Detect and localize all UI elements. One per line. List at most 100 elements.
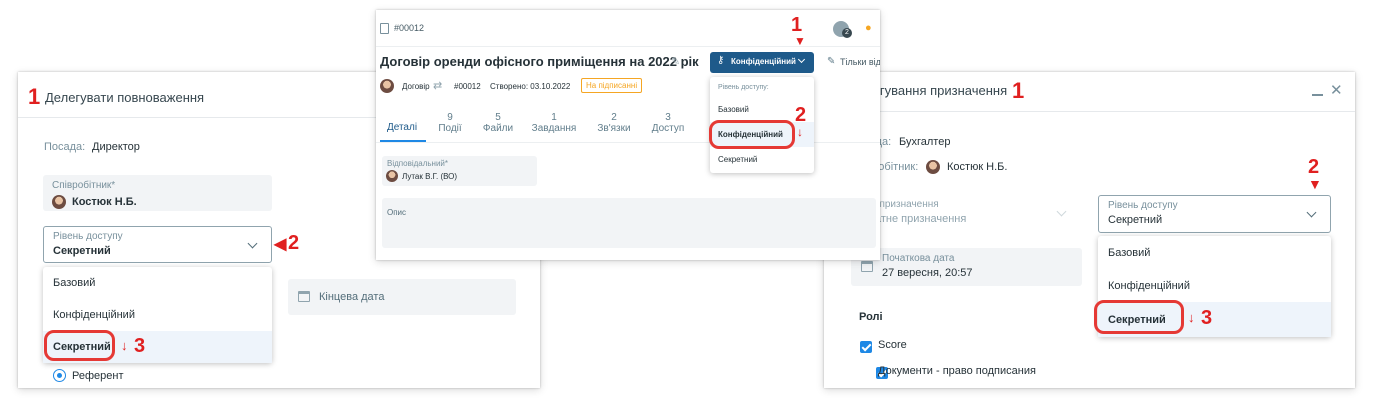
document-card: #00012 2 ● Договір оренди офісного примі… [376,10,880,260]
status-badge: На підписанні [581,78,643,93]
sync-icon: ⇄ [433,80,443,92]
option-secret[interactable]: Секретний [710,147,814,172]
tab-label: Завдання [531,123,577,134]
tab-links[interactable]: 2 Зв'язки [588,112,640,134]
assignment-type-select: Тип призначення Штатне призначення [851,195,1082,233]
option-basic[interactable]: Базовий [43,267,272,299]
access-level-value: Секретний [53,245,111,257]
bell-icon[interactable]: ● [865,22,872,34]
selected-highlight [1094,300,1184,334]
checkbox-score[interactable] [860,340,872,353]
tab-count: 1 [551,112,557,123]
document-icon [380,23,389,34]
option-confidential[interactable]: Конфіденційний [43,299,272,331]
tab-details[interactable]: Деталі [376,122,428,133]
chevron-down-icon [247,238,258,249]
employee-value: Костюк Н.Б. [947,161,1008,173]
access-level-select[interactable]: Рівень доступу Секретний [43,226,272,263]
tab-files[interactable]: 5 Файли [472,112,524,134]
employee-field[interactable]: Співробітник* Костюк Н.Б. [43,175,272,211]
tab-label: Доступ [651,123,685,134]
end-date-placeholder: Кінцева дата [319,291,385,303]
tab-count: 3 [665,112,671,123]
step-marker: 1 [28,84,41,109]
chevron-down-icon [797,55,806,64]
readonly-icon: ✎ [827,56,836,67]
document-number: #00012 [394,23,425,33]
radio-dot [56,372,62,378]
tab-count: 2 [611,112,617,123]
close-icon[interactable]: ✕ [1330,81,1343,99]
access-level-button-label: Конфіденційний [731,57,796,66]
employee-value: Костюк Н.Б. [72,196,137,208]
menu-header: Рівень доступу: [718,83,769,91]
calendar-icon [861,261,873,272]
avatar [926,160,940,174]
arrow-down-icon: ↓ [797,125,803,139]
notification-badge: 2 [842,28,852,38]
description-label: Опис [387,208,407,217]
document-type: Договір [402,82,430,91]
tab-label: Файли [482,123,514,134]
position-label: Посада: [44,141,86,153]
step-marker: 2 [288,232,300,254]
avatar [52,195,66,209]
chevron-down-icon [1056,206,1067,217]
document-title: Договір оренди офісного приміщення на 20… [380,54,699,69]
responsible-label: Відповідальний* [387,159,449,168]
role-label: Документи - право подписания [878,365,1036,377]
access-level-label: Рівень доступу [53,231,123,242]
arrow-down-icon: ↓ [1188,310,1195,325]
arrow-down-icon: ▼ [794,34,806,48]
avatar [386,170,398,182]
minimize-icon[interactable] [1312,94,1323,96]
avatar [380,79,394,93]
role-label: Score [878,339,907,351]
dialog-title: Делегувати повноваження [45,90,205,105]
tab-access[interactable]: 3 Доступ [642,112,694,134]
edit-icon[interactable]: ✎ [671,55,680,68]
option-basic[interactable]: Базовий [1098,236,1331,269]
access-level-button[interactable]: ⚷ Конфіденційний [710,52,814,73]
edit-assignment-dialog: Редагування призначення 1 ✕ Посада: Бухг… [824,72,1355,388]
selected-highlight [44,330,115,361]
step-marker: 1 [1012,78,1025,103]
roles-label: Ролі [859,311,883,323]
tab-label: Зв'язки [597,123,631,134]
access-level-label: Рівень доступу [1108,200,1178,211]
access-level-value: Секретний [1108,214,1163,226]
responsible-field[interactable]: Відповідальний* Лутак В.Г. (ВО) [382,156,537,186]
tab-label: Деталі [386,122,418,133]
end-date-field[interactable]: Кінцева дата [288,279,516,315]
calendar-icon [298,291,310,302]
readonly-label: Тільки від [840,57,880,67]
tab-count: 5 [495,112,501,123]
selected-highlight [709,120,795,149]
arrow-down-icon: ▼ [1308,176,1322,192]
position-value: Директор [92,141,140,153]
meta-number: #00012 [454,82,481,91]
start-date-label: Початкова дата [882,253,955,264]
tab-tasks[interactable]: 1 Завдання [528,112,580,134]
step-marker: 3 [1201,307,1213,329]
arrow-down-icon: ↓ [121,338,128,353]
responsible-value: Лутак В.Г. (ВО) [402,172,458,181]
tabs: Деталі 9 Події 5 Файли 1 Завдання 2 Зв'язки … [376,112,706,142]
tab-events[interactable]: 9 Події [424,112,476,134]
radio-icon[interactable] [53,369,66,382]
arrow-left-icon: ◀ [274,236,287,253]
tab-label: Події [438,123,462,134]
start-date-field[interactable]: Початкова дата 27 вересня, 20:57 [851,248,1082,286]
employee-label: Співробітник* [52,180,116,191]
step-marker: 3 [134,335,146,357]
start-date-value: 27 вересня, 20:57 [882,267,973,279]
position-value: Бухгалтер [899,136,951,148]
access-level-select[interactable]: Рівень доступу Секретний [1098,195,1331,233]
key-icon: ⚷ [717,55,725,66]
step-marker: 2 [795,104,807,126]
chevron-down-icon [1306,207,1317,218]
radio-label: Референт [72,370,124,382]
description-field[interactable]: Опис [382,198,876,248]
option-confidential[interactable]: Конфіденційний [1098,269,1331,302]
tab-count: 9 [447,112,453,123]
